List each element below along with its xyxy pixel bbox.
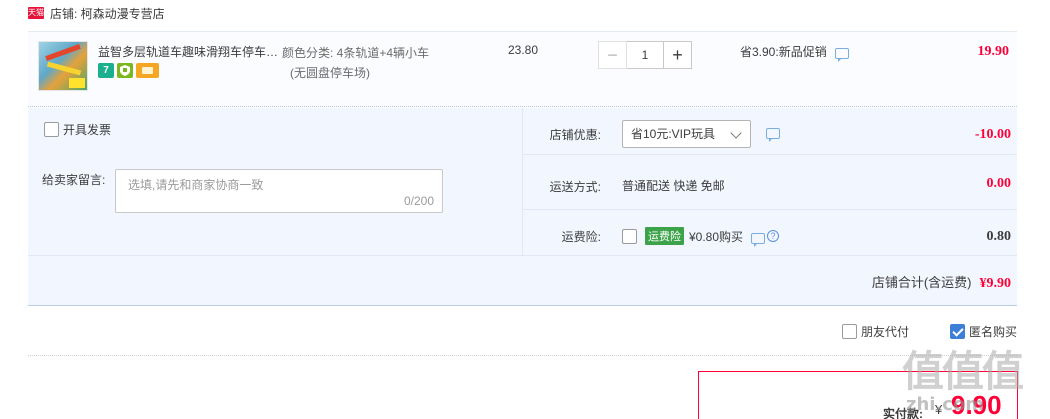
- divider: [28, 255, 1017, 256]
- chat-icon[interactable]: [834, 48, 849, 62]
- pay-label: 实付款:: [883, 407, 923, 419]
- quantity-plus-button[interactable]: +: [663, 41, 692, 69]
- product-thumbnail[interactable]: [38, 41, 88, 91]
- seven-day-return-icon[interactable]: 7: [98, 63, 114, 78]
- shipping-label: 运送方式:: [549, 180, 601, 194]
- message-char-count: 0/200: [403, 194, 434, 208]
- shop-total-value: ¥9.90: [979, 276, 1012, 291]
- insurance-amount: 0.80: [986, 229, 1012, 244]
- shop-header: 天猫 店铺: 柯森动漫专营店: [28, 4, 165, 22]
- cart-item-row: 益智多层轨道车趣味滑翔车停车场玩具 7 颜色分类: 4条轨道+4辆小车 (无圆盘…: [28, 31, 1017, 107]
- invoice-label: 开具发票: [63, 123, 112, 137]
- thumb-track-shape: [45, 43, 81, 62]
- unit-price: 23.80: [508, 43, 539, 57]
- divider: [28, 355, 1017, 356]
- anonymous-purchase-option[interactable]: 匿名购买: [950, 323, 1017, 340]
- promotion-info: 省3.90:新品促销: [740, 43, 849, 62]
- shipping-amount: 0.00: [986, 176, 1012, 191]
- friend-pay-checkbox[interactable]: [842, 324, 857, 339]
- coupon-amount: -10.00: [974, 127, 1011, 142]
- anonymous-checkbox[interactable]: [950, 324, 965, 339]
- tmall-badge-icon: 天猫: [28, 7, 44, 19]
- shop-total-label: 店铺合计(含运费): [871, 275, 972, 290]
- shield-icon: [120, 65, 130, 76]
- sku-info: 颜色分类: 4条轨道+4辆小车 (无圆盘停车场): [282, 43, 429, 83]
- shop-name[interactable]: 店铺: 柯森动漫专营店: [50, 5, 165, 22]
- service-icons: 7: [98, 63, 159, 78]
- divider: [522, 154, 1017, 155]
- guarantee-icon[interactable]: [117, 63, 133, 78]
- shop-coupon-select[interactable]: 省10元:VIP玩具: [622, 120, 751, 148]
- promotion-text: 省3.90:新品促销: [740, 45, 827, 59]
- credit-card-icon[interactable]: [136, 63, 159, 78]
- shop-total: 店铺合计(含运费) ¥9.90: [872, 272, 1011, 292]
- coupon-selected-value: 省10元:VIP玩具: [631, 127, 716, 141]
- anonymous-label: 匿名购买: [969, 325, 1018, 339]
- thumb-car-shape: [69, 78, 85, 88]
- invoice-checkbox[interactable]: [44, 122, 59, 137]
- thumb-track-shape: [46, 61, 82, 76]
- chat-icon[interactable]: [751, 232, 766, 247]
- insurance-label: 运费险:: [561, 230, 601, 244]
- pay-amount: 9.90: [951, 390, 1002, 419]
- insurance-price: ¥0.80购买: [689, 229, 744, 244]
- sku-color: 颜色分类: 4条轨道+4辆小车: [282, 46, 430, 60]
- quantity-input[interactable]: 1: [627, 41, 663, 69]
- chevron-down-icon: [730, 127, 742, 139]
- friend-pay-label: 朋友代付: [861, 325, 910, 339]
- quantity-stepper: − 1 +: [598, 41, 692, 69]
- divider: [522, 209, 1017, 210]
- shipping-method: 普通配送 快递 免邮: [622, 179, 725, 193]
- message-label: 给卖家留言:: [42, 173, 106, 187]
- help-icon[interactable]: ?: [767, 230, 780, 242]
- shipping-insurance-option: 运费险 ¥0.80购买 ?: [622, 227, 780, 247]
- pay-currency: ¥: [935, 402, 943, 417]
- product-title[interactable]: 益智多层轨道车趣味滑翔车停车场玩具: [98, 43, 282, 60]
- insurance-checkbox[interactable]: [622, 228, 637, 244]
- friend-pay-option[interactable]: 朋友代付: [842, 323, 909, 340]
- invoice-option[interactable]: 开具发票: [44, 121, 111, 138]
- quantity-minus-button[interactable]: −: [598, 41, 627, 69]
- order-options-panel: 开具发票 给卖家留言: 选填,请先和商家协商一致 0/200 店铺优惠: 省10…: [28, 108, 1017, 306]
- chat-icon[interactable]: [766, 128, 780, 142]
- sku-color-detail: (无圆盘停车场): [290, 66, 370, 80]
- insurance-badge: 运费险: [645, 227, 684, 245]
- seller-message-input[interactable]: 选填,请先和商家协商一致 0/200: [115, 169, 443, 213]
- message-placeholder: 选填,请先和商家协商一致: [128, 178, 264, 192]
- coupon-label: 店铺优惠:: [549, 128, 601, 142]
- item-subtotal: 19.90: [977, 44, 1010, 59]
- payment-summary-box: 实付款: ¥ 9.90: [698, 371, 1018, 419]
